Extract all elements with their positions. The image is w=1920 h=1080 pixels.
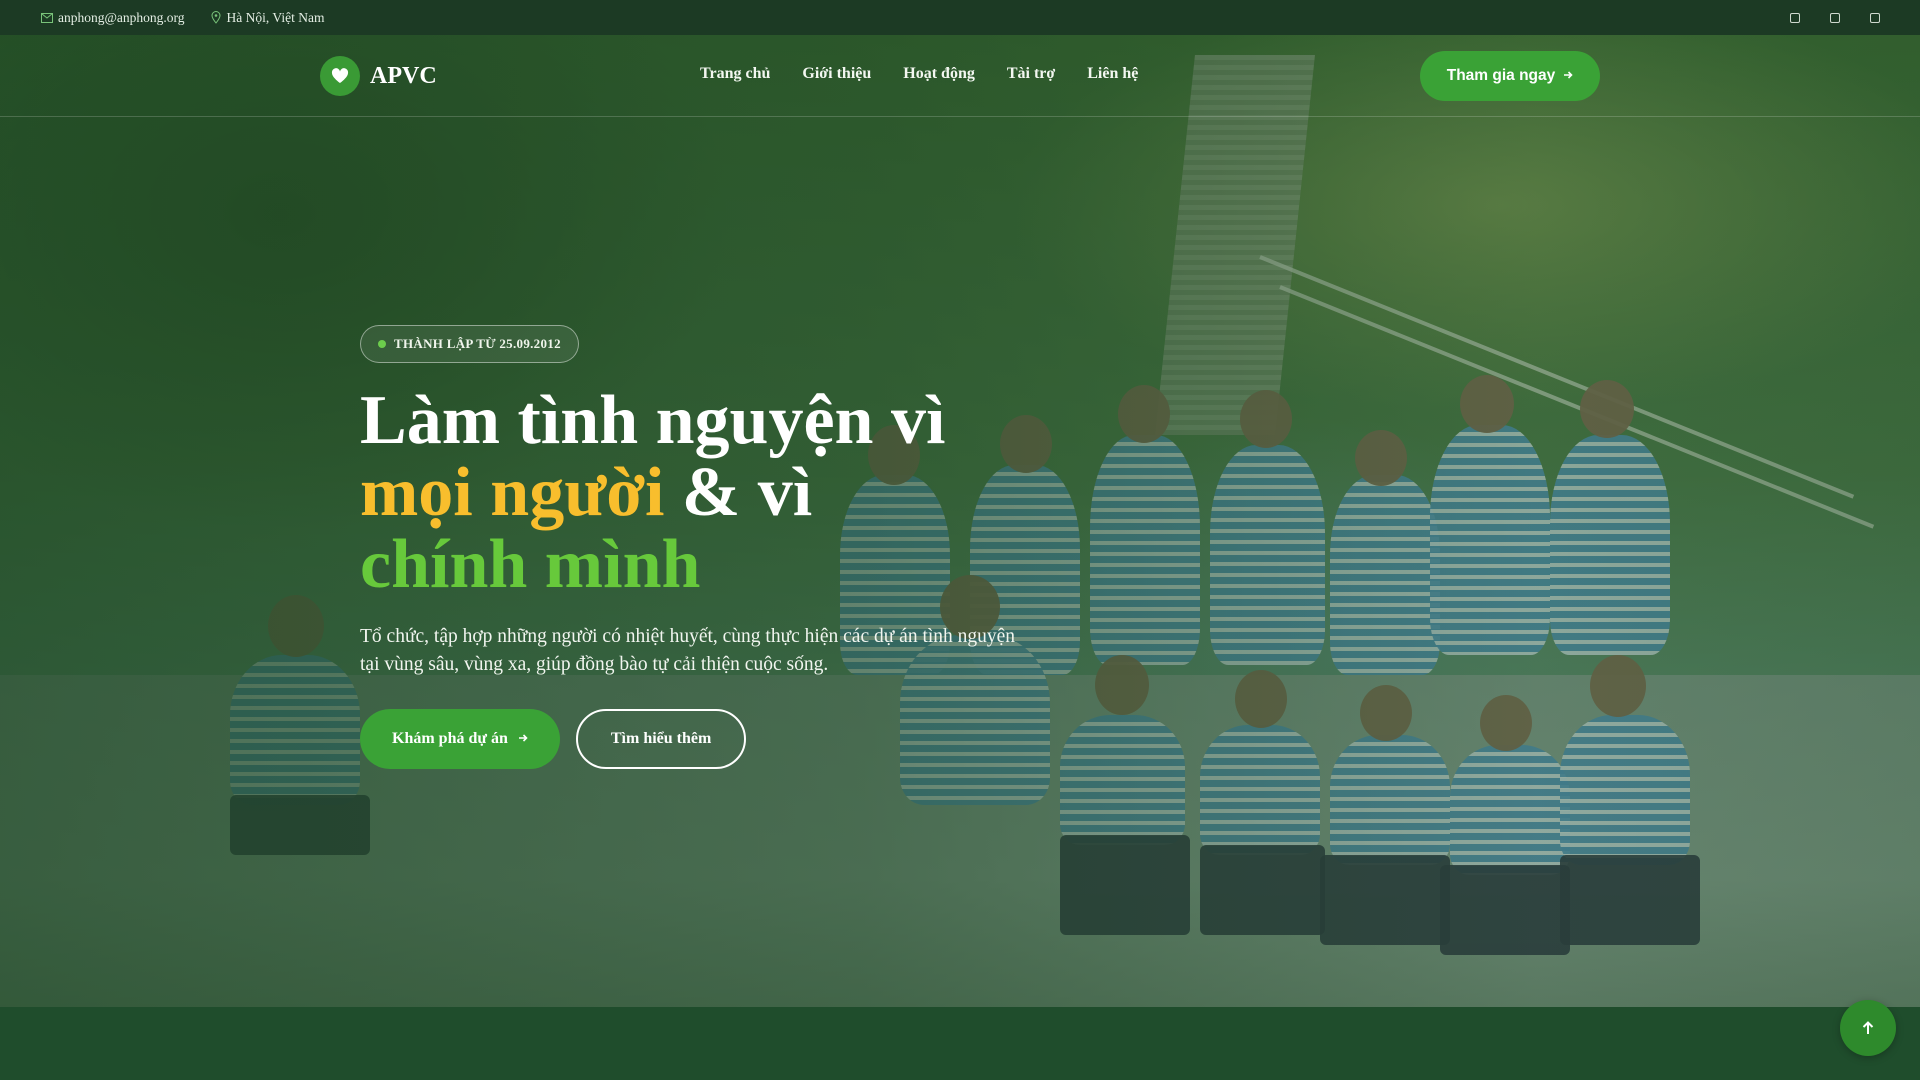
- youtube-icon[interactable]: [1830, 12, 1840, 23]
- hero-headline: Làm tình nguyện vì mọi người & vì chính …: [360, 385, 1020, 601]
- learn-more-button[interactable]: Tìm hiểu thêm: [575, 709, 747, 769]
- nav-item-sponsor[interactable]: Tài trợ: [1007, 65, 1055, 83]
- explore-projects-button[interactable]: Khám phá dự án: [360, 709, 560, 769]
- contact-location: Hà Nội, Việt Nam: [209, 9, 325, 26]
- nav-item-home[interactable]: Trang chủ: [700, 65, 770, 83]
- headline-highlight-yellow: mọi người: [360, 454, 665, 531]
- facebook-icon[interactable]: [1790, 12, 1800, 23]
- founded-badge: THÀNH LẬP TỪ 25.09.2012: [360, 325, 579, 363]
- hero-description: Tổ chức, tập hợp những người có nhiệt hu…: [360, 626, 1016, 675]
- social-links: [1790, 12, 1880, 23]
- brand-name: APVC: [370, 62, 437, 89]
- founded-badge-text: THÀNH LẬP TỪ 25.09.2012: [394, 336, 561, 351]
- nav-item-about[interactable]: Giới thiệu: [802, 65, 871, 83]
- status-dot-icon: [378, 340, 386, 348]
- email-text[interactable]: anphong@anphong.org: [58, 10, 185, 26]
- join-now-label: Tham gia ngay: [1446, 67, 1556, 84]
- contact-email[interactable]: anphong@anphong.org: [40, 10, 185, 26]
- main-navbar: APVC Trang chủ Giới thiệu Hoạt động Tài …: [0, 35, 1920, 117]
- learn-more-label: Tìm hiểu thêm: [610, 730, 712, 747]
- instagram-icon[interactable]: [1870, 12, 1880, 23]
- nav-item-contact[interactable]: Liên hệ: [1087, 65, 1138, 83]
- brand-logo[interactable]: APVC: [320, 56, 437, 96]
- arrow-right-icon: [1563, 67, 1573, 85]
- headline-and: & vì: [664, 454, 813, 531]
- arrow-right-icon: [518, 730, 528, 748]
- hero-cta-row: Khám phá dự án Tìm hiểu thêm: [360, 709, 1020, 769]
- explore-projects-label: Khám phá dự án: [392, 730, 508, 747]
- arrow-up-icon[interactable]: [1840, 1000, 1896, 1056]
- location-text: Hà Nội, Việt Nam: [226, 9, 325, 25]
- heart-hand-icon: [320, 56, 360, 96]
- headline-highlight-green: chính mình: [360, 526, 701, 603]
- map-pin-icon: [209, 11, 223, 25]
- nav-item-activities[interactable]: Hoạt động: [903, 65, 975, 83]
- headline-line-1: Làm tình nguyện vì: [360, 382, 946, 459]
- top-bar: anphong@anphong.org Hà Nội, Việt Nam: [0, 0, 1920, 35]
- join-now-button[interactable]: Tham gia ngay: [1420, 51, 1600, 101]
- primary-nav: Trang chủ Giới thiệu Hoạt động Tài trợ L…: [700, 65, 1138, 83]
- mail-icon: [40, 11, 54, 25]
- hero-content: THÀNH LẬP TỪ 25.09.2012 Làm tình nguyện …: [360, 325, 1020, 769]
